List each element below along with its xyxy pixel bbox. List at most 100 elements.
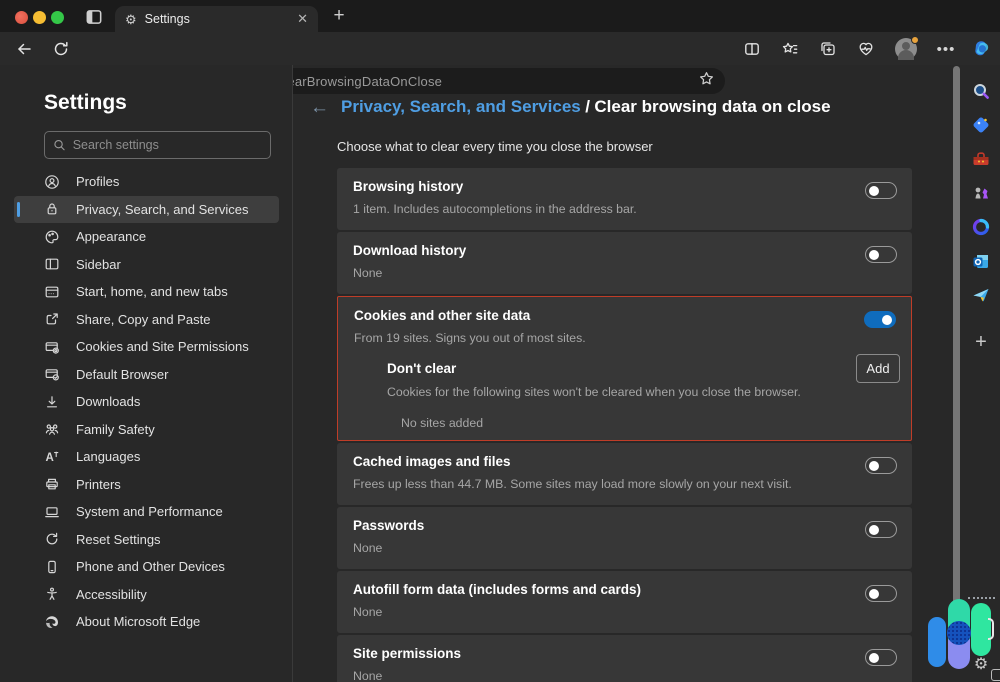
settings-nav: Profiles Privacy, Search, and Services A… [0, 168, 293, 636]
site-permissions-toggle[interactable] [865, 649, 897, 666]
sidebar-item-accessibility[interactable]: Accessibility [14, 581, 279, 609]
collections-icon[interactable] [815, 36, 841, 62]
sidebar-title: Settings [44, 91, 127, 115]
sidebar-item-profiles[interactable]: Profiles [14, 168, 279, 196]
languages-icon: A [44, 449, 60, 465]
sidebar-item-about-edge[interactable]: About Microsoft Edge [14, 608, 279, 636]
widget-circle [947, 621, 971, 645]
sidebar-item-default-browser[interactable]: Default Browser [14, 361, 279, 389]
family-icon [44, 421, 60, 437]
cached-images-toggle[interactable] [865, 457, 897, 474]
back-icon[interactable] [11, 36, 37, 62]
toolbox-icon[interactable] [970, 148, 992, 170]
search-icon [53, 138, 66, 152]
sidebar-layout-icon [44, 256, 60, 272]
close-window-button[interactable] [15, 11, 28, 24]
sidebar-search-icon[interactable] [970, 80, 992, 102]
row-cached-images: Cached images and files Frees up less th… [337, 443, 912, 505]
row-site-permissions: Site permissions None [337, 635, 912, 682]
games-icon[interactable] [970, 182, 992, 204]
printer-icon [44, 476, 60, 492]
download-history-toggle[interactable] [865, 246, 897, 263]
widget-bracket [988, 618, 994, 640]
more-menu-icon[interactable]: ••• [933, 36, 959, 62]
download-icon [44, 394, 60, 410]
passwords-toggle[interactable] [865, 521, 897, 538]
sidebar-item-sidebar[interactable]: Sidebar [14, 251, 279, 279]
sidebar-item-cookies-permissions[interactable]: Cookies and Site Permissions [14, 333, 279, 361]
phone-icon [44, 559, 60, 575]
cookies-permissions-icon [44, 339, 60, 355]
tab-title: Settings [145, 12, 289, 26]
lock-icon [44, 201, 60, 217]
edge-logo-icon [44, 614, 60, 630]
reset-icon [44, 531, 60, 547]
page-title: Clear browsing data on close [594, 97, 830, 116]
microsoft-365-icon[interactable] [970, 216, 992, 238]
profiles-icon [44, 174, 60, 190]
sidebar-item-languages[interactable]: A Languages [14, 443, 279, 471]
refresh-icon[interactable] [48, 36, 74, 62]
sidebar-item-system-performance[interactable]: System and Performance [14, 498, 279, 526]
row-download-history: Download history None [337, 232, 912, 294]
sidebar-item-phone-devices[interactable]: Phone and Other Devices [14, 553, 279, 581]
back-icon[interactable]: ← [310, 98, 329, 117]
breadcrumb-parent-link[interactable]: Privacy, Search, and Services [341, 97, 581, 116]
row-passwords: Passwords None [337, 507, 912, 569]
corner-icon[interactable] [991, 669, 1000, 681]
minimize-window-button[interactable] [33, 11, 46, 24]
settings-tab-favicon-icon: ⚙ [125, 13, 137, 26]
share-icon [44, 311, 60, 327]
shopping-tag-icon[interactable] [970, 114, 992, 136]
edge-sidebar: + ⚙ [962, 65, 1000, 682]
sidebar-item-downloads[interactable]: Downloads [14, 388, 279, 416]
settings-sidebar: Settings Profiles Privacy, Search, and S… [0, 65, 293, 682]
sidebar-settings-gear-icon[interactable]: ⚙ [970, 653, 992, 675]
row-autofill: Autofill form data (includes forms and c… [337, 571, 912, 633]
copilot-icon[interactable] [969, 36, 995, 62]
outlook-icon[interactable] [970, 250, 992, 272]
autofill-toggle[interactable] [865, 585, 897, 602]
new-tab-button[interactable]: + [327, 4, 351, 28]
zoom-window-button[interactable] [51, 11, 64, 24]
settings-rows: Browsing history 1 item. Includes autoco… [337, 168, 912, 682]
drop-paper-plane-icon[interactable] [970, 284, 992, 306]
row-cookies-site-data: Cookies and other site data From 19 site… [337, 296, 912, 441]
sidebar-item-reset-settings[interactable]: Reset Settings [14, 526, 279, 554]
tab-settings[interactable]: ⚙ Settings ✕ [115, 6, 318, 32]
browsing-history-toggle[interactable] [865, 182, 897, 199]
window-icon [44, 284, 60, 300]
tab-close-icon[interactable]: ✕ [297, 11, 308, 27]
add-sidebar-app-icon[interactable]: + [970, 331, 992, 353]
page-scrollbar[interactable] [953, 66, 960, 647]
browser-window: ⚙ Settings ✕ + Edge | edge://settings/cl… [0, 0, 1000, 682]
tab-preview-icon[interactable] [84, 7, 104, 27]
add-site-button[interactable]: Add [856, 354, 900, 383]
browser-toolbar: Edge | edge://settings/clearBrowsingData… [0, 32, 1000, 65]
breadcrumb: ← Privacy, Search, and Services / Clear … [310, 97, 831, 117]
title-bar: ⚙ Settings ✕ + [0, 0, 1000, 32]
search-input[interactable] [73, 138, 262, 152]
svg-text:A: A [46, 452, 54, 464]
row-browsing-history: Browsing history 1 item. Includes autoco… [337, 168, 912, 230]
palette-icon [44, 229, 60, 245]
settings-search-box[interactable] [44, 131, 271, 159]
sidebar-item-family-safety[interactable]: Family Safety [14, 416, 279, 444]
browser-essentials-icon[interactable] [853, 36, 879, 62]
default-browser-icon [44, 366, 60, 382]
split-screen-icon[interactable] [739, 36, 765, 62]
laptop-icon [44, 504, 60, 520]
widget-pill-blue [928, 617, 946, 667]
accessibility-icon [44, 586, 60, 602]
profile-status-dot [911, 36, 919, 44]
sidebar-item-start-home-tabs[interactable]: Start, home, and new tabs [14, 278, 279, 306]
favorites-icon[interactable] [777, 36, 803, 62]
profile-avatar[interactable] [893, 36, 919, 62]
sidebar-item-privacy[interactable]: Privacy, Search, and Services [14, 196, 279, 224]
dont-clear-section: Don't clear Cookies for the following si… [387, 361, 895, 430]
sidebar-item-printers[interactable]: Printers [14, 471, 279, 499]
sidebar-item-appearance[interactable]: Appearance [14, 223, 279, 251]
sidebar-item-share-copy-paste[interactable]: Share, Copy and Paste [14, 306, 279, 334]
main-content: ← Privacy, Search, and Services / Clear … [294, 65, 954, 682]
cookies-toggle[interactable] [864, 311, 896, 328]
